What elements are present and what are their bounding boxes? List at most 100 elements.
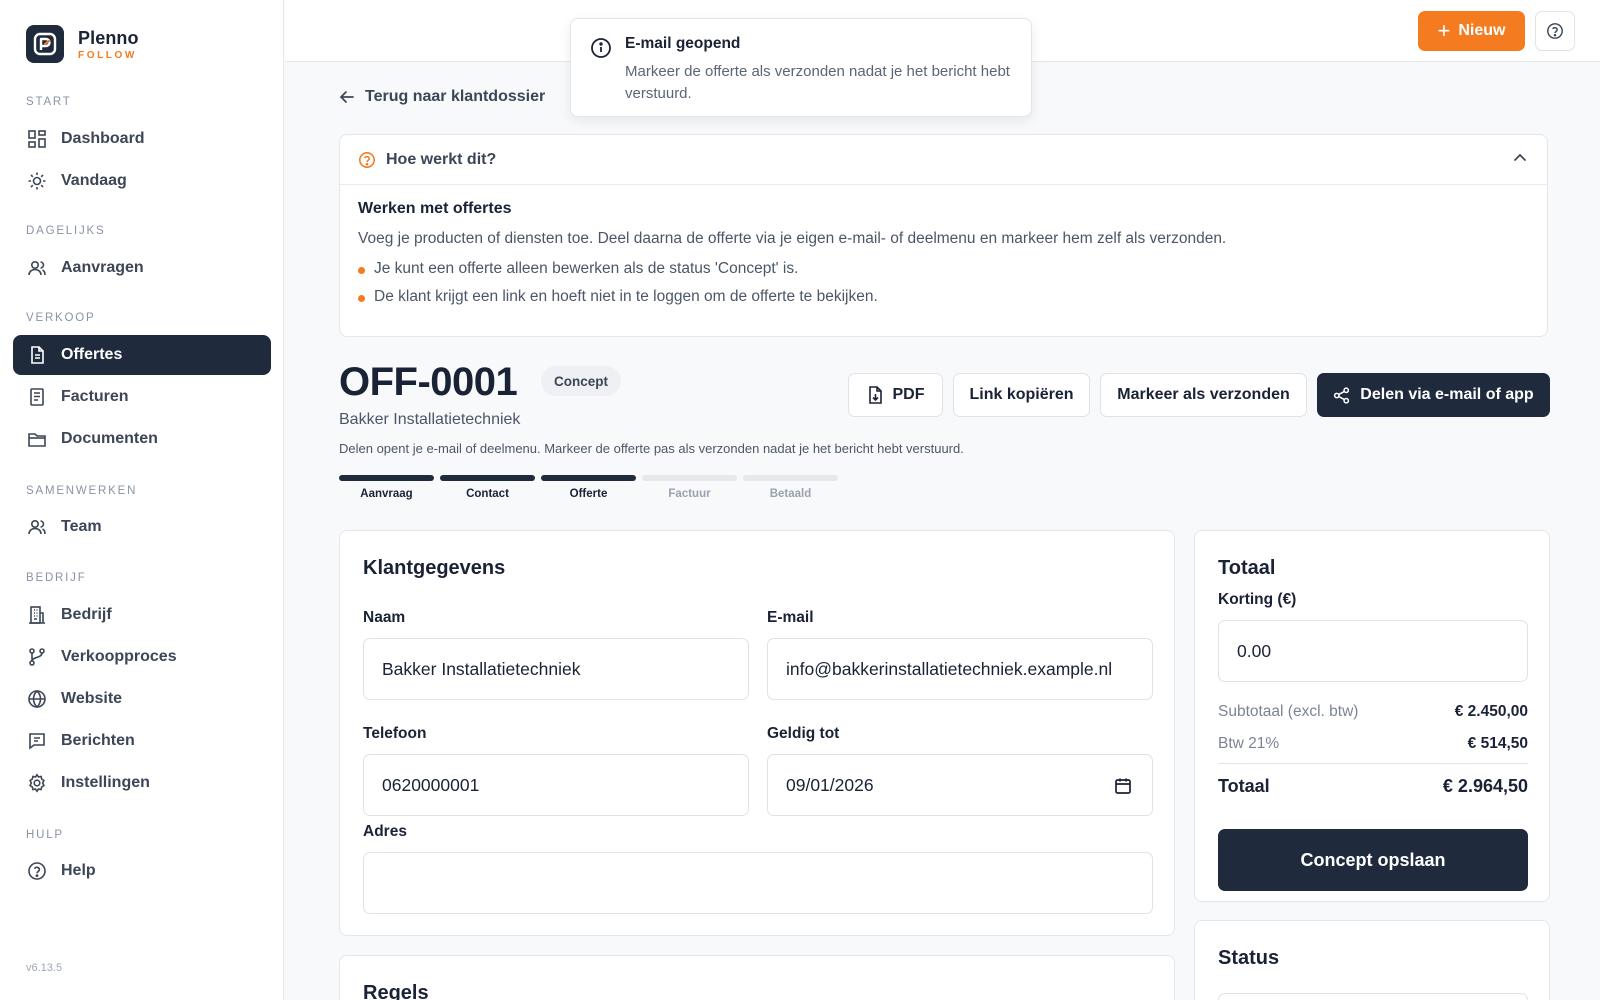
users-icon [28,260,46,276]
valid-until-value: 09/01/2026 [786,774,874,795]
discount-input[interactable]: 0.00 [1218,620,1528,682]
toast-title: E-mail geopend [625,35,741,52]
lines-card-title: Regels [363,982,429,1000]
globe-icon [28,689,46,709]
sidebar-item-vandaag[interactable]: Vandaag [13,161,271,201]
howto-toggle[interactable]: Hoe werkt dit? [340,135,1547,185]
chevron-up-icon [1514,153,1526,161]
client-name: Bakker Installatietechniek [339,411,521,428]
nav-section-bedrijf: BEDRIJF [26,572,87,584]
nav-section-verkoop: VERKOOP [26,312,96,324]
branch-icon [29,648,45,666]
sidebar-item-label: Team [61,518,102,535]
sidebar-item-bedrijf[interactable]: Bedrijf [13,595,271,635]
address-label: Adres [363,823,407,840]
discount-input-value: 0.00 [1237,640,1272,661]
sidebar-item-label: Instellingen [61,774,150,791]
totals-card-title: Totaal [1218,557,1276,579]
sidebar-item-label: Help [61,862,96,879]
total-label: Totaal [1218,776,1270,796]
quote-number: OFF-0001 [339,360,518,404]
phone-input-value: 0620000001 [382,774,480,795]
email-label: E-mail [767,609,814,626]
sun-icon [28,172,46,190]
howto-bullet: De klant krijgt een link en hoeft niet i… [358,288,1529,306]
sidebar-item-label: Vandaag [61,172,127,189]
gear-icon [29,773,45,793]
howto-header-label: Hoe werkt dit? [386,150,497,168]
folder-icon [28,433,46,447]
address-input[interactable] [363,852,1153,914]
copy-link-label: Link kopiëren [969,386,1074,403]
sidebar-item-label: Website [61,690,123,707]
new-button[interactable]: + Nieuw [1418,11,1525,51]
totals-card: Totaal Korting (€) 0.00 Subtotaal (excl.… [1194,530,1550,902]
email-input-value: info@bakkerinstallatietechniek.example.n… [786,658,1113,679]
status-card-title: Status [1218,947,1280,969]
vat-row: Btw 21% € 514,50 [1218,735,1528,753]
toast-message: Markeer de offerte als verzonden nadat j… [625,63,1010,102]
brand-logo-icon [26,25,64,63]
sidebar-item-aanvragen[interactable]: Aanvragen [13,248,271,288]
help-button[interactable] [1535,11,1575,51]
share-button[interactable]: Delen via e-mail of app [1317,373,1550,417]
howto-panel: Hoe werkt dit? Werken met offertes Voeg … [339,134,1548,337]
howto-text: Voeg je producten of diensten toe. Deel … [358,230,1227,247]
arrow-left-icon [339,91,354,103]
calendar-icon[interactable] [1114,777,1132,795]
subtotal-row: Subtotaal (excl. btw) € 2.450,00 [1218,703,1528,721]
discount-label: Korting (€) [1218,591,1297,608]
vat-value: € 514,50 [1467,735,1528,752]
sidebar-item-help[interactable]: Help [13,851,271,891]
mark-sent-button[interactable]: Markeer als verzonden [1100,373,1307,417]
sidebar-item-team[interactable]: Team [13,507,271,547]
total-value: € 2.964,50 [1442,776,1528,796]
question-icon [359,151,375,168]
sidebar-item-instellingen[interactable]: Instellingen [13,763,271,803]
share-button-label: Delen via e-mail of app [1360,386,1534,403]
customer-card-title: Klantgegevens [363,557,506,579]
progress-step-contact: Contact [440,475,535,500]
message-icon [29,733,45,750]
phone-label: Telefoon [363,725,427,742]
dashboard-icon [28,130,46,148]
copy-link-button[interactable]: Link kopiëren [953,373,1090,417]
mark-sent-label: Markeer als verzonden [1117,386,1290,403]
name-input[interactable]: Bakker Installatietechniek [363,638,749,700]
toast-notification: E-mail geopend Markeer de offerte als ve… [570,18,1032,117]
share-hint: Delen opent je e-mail of deelmenu. Marke… [339,441,964,456]
sidebar-item-label: Bedrijf [61,606,112,623]
valid-until-input[interactable]: 09/01/2026 [767,754,1153,816]
progress-step-aanvraag: Aanvraag [339,475,434,500]
sidebar-item-offertes[interactable]: Offertes [13,335,271,375]
total-row: Totaal € 2.964,50 [1218,776,1528,797]
sidebar-item-dashboard[interactable]: Dashboard [13,119,271,159]
sidebar-item-verkoopproces[interactable]: Verkoopproces [13,637,271,677]
status-badge: Concept [541,366,621,396]
sidebar-item-facturen[interactable]: Facturen [13,377,271,417]
status-select[interactable] [1218,993,1528,1000]
sidebar-item-berichten[interactable]: Berichten [13,721,271,761]
pdf-button[interactable]: PDF [848,373,943,417]
sidebar-item-documenten[interactable]: Documenten [13,419,271,459]
sidebar-item-label: Documenten [61,430,158,447]
file-download-icon [868,386,882,404]
howto-title: Werken met offertes [358,200,512,217]
lines-card: Regels [339,955,1175,1000]
sidebar-item-label: Dashboard [61,130,145,147]
nav-section-samenwerken: SAMENWERKEN [26,485,138,497]
phone-input[interactable]: 0620000001 [363,754,749,816]
save-draft-button[interactable]: Concept opslaan [1218,829,1528,891]
sidebar-item-website[interactable]: Website [13,679,271,719]
progress-step-offerte: Offerte [541,475,636,500]
sidebar-item-label: Verkoopproces [61,648,177,665]
help-icon [28,862,46,880]
app-version: v6.13.5 [26,962,63,974]
building-icon [29,606,45,624]
back-to-client-link[interactable]: Terug naar klantdossier [339,88,545,106]
new-button-label: Nieuw [1458,22,1506,39]
brand[interactable]: Plenno FOLLOW [26,25,139,63]
email-input[interactable]: info@bakkerinstallatietechniek.example.n… [767,638,1153,700]
progress-step-factuur: Factuur [642,475,737,500]
sidebar-item-label: Facturen [61,388,129,405]
